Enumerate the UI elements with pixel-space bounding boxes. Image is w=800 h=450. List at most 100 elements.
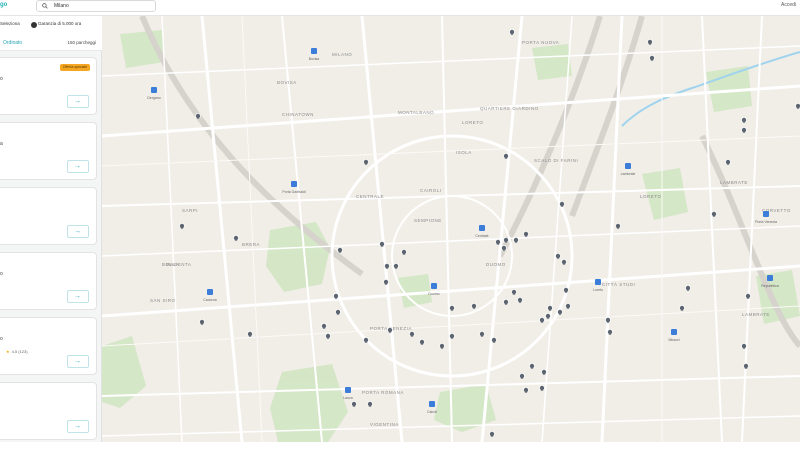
parking-pin-icon[interactable]: [502, 298, 509, 305]
parking-pin-icon[interactable]: [725, 158, 732, 165]
parking-pin-icon[interactable]: [478, 330, 485, 337]
parking-pin-icon[interactable]: [448, 304, 455, 311]
parking-pin-icon[interactable]: [518, 372, 525, 379]
parking-pin-icon[interactable]: [246, 330, 253, 337]
card-open-button[interactable]: →: [67, 290, 89, 303]
parking-pin-icon[interactable]: [494, 238, 501, 245]
parking-pin-icon[interactable]: [522, 386, 529, 393]
map-layer[interactable]: BOVISA MONTALBANO QUARTIERE GIARDINO SCALO …: [102, 16, 800, 442]
parking-pin-icon[interactable]: [741, 117, 748, 124]
parking-pin-icon[interactable]: [540, 368, 547, 375]
parking-pin-icon[interactable]: [554, 252, 561, 259]
parking-pin-icon[interactable]: [508, 28, 515, 35]
parking-pin-icon[interactable]: [400, 248, 407, 255]
location-search-input[interactable]: Milano: [36, 0, 156, 12]
parking-pin-icon[interactable]: [383, 262, 390, 269]
parking-card[interactable]: →: [0, 187, 97, 245]
parking-pin-icon[interactable]: [562, 286, 569, 293]
parking-pin-icon[interactable]: [418, 338, 425, 345]
parking-pin-icon[interactable]: [516, 296, 523, 303]
metro-station-icon[interactable]: Porta Garibaldi: [282, 181, 306, 194]
parking-pin-icon[interactable]: [438, 342, 445, 349]
parking-pin-icon[interactable]: [556, 308, 563, 315]
parking-pin-icon[interactable]: [538, 384, 545, 391]
parking-pin-icon[interactable]: [502, 152, 509, 159]
card-open-button[interactable]: →: [67, 160, 89, 173]
parking-pin-icon[interactable]: [392, 262, 399, 269]
road: [360, 16, 404, 442]
parking-pin-icon[interactable]: [560, 258, 567, 265]
parking-pin-icon[interactable]: [366, 400, 373, 407]
card-open-button[interactable]: →: [67, 420, 89, 433]
card-open-button[interactable]: →: [67, 95, 89, 108]
parking-pin-icon[interactable]: [741, 342, 748, 349]
parking-pin-icon[interactable]: [334, 308, 341, 315]
parking-pin-icon[interactable]: [546, 304, 553, 311]
parking-pin-icon[interactable]: [745, 292, 752, 299]
parking-pin-icon[interactable]: [195, 113, 202, 120]
parking-card[interactable]: o →: [0, 252, 97, 310]
parking-pin-icon[interactable]: [382, 278, 389, 285]
parking-pin-icon[interactable]: [528, 362, 535, 369]
parking-pin-icon[interactable]: [488, 430, 495, 437]
parking-pin-icon[interactable]: [232, 234, 239, 241]
guarantee-filter-chip[interactable]: Garanzia di 5.000 ora: [31, 21, 101, 31]
parking-card[interactable]: Offerta speciale o →: [0, 57, 97, 115]
parking-pin-icon[interactable]: [564, 302, 571, 309]
parking-pin-icon[interactable]: [408, 330, 415, 337]
parking-pin-icon[interactable]: [332, 292, 339, 299]
parking-pin-icon[interactable]: [685, 284, 692, 291]
brand-filter-chip[interactable]: Seleziona: [0, 21, 28, 31]
parking-pin-icon[interactable]: [336, 246, 343, 253]
parking-pin-icon[interactable]: [538, 316, 545, 323]
metro-station-icon[interactable]: Cadorna: [203, 289, 217, 302]
parking-card[interactable]: o 4.5 (123) →: [0, 317, 97, 375]
parking-pin-icon[interactable]: [179, 222, 186, 229]
parking-pin-icon[interactable]: [502, 236, 509, 243]
parking-card[interactable]: →: [0, 382, 97, 440]
sort-toggle[interactable]: Ordinato: [3, 40, 22, 46]
parking-pin-icon[interactable]: [604, 316, 611, 323]
parking-pin-icon[interactable]: [544, 312, 551, 319]
parking-pin-icon[interactable]: [512, 236, 519, 243]
parking-pin-icon[interactable]: [324, 332, 331, 339]
parking-pin-icon[interactable]: [470, 302, 477, 309]
parking-pin-icon[interactable]: [490, 336, 497, 343]
parking-pin-icon[interactable]: [741, 127, 748, 134]
metro-station-icon[interactable]: Dergano: [147, 87, 161, 100]
parking-pin-icon[interactable]: [500, 244, 507, 251]
metro-station-icon[interactable]: Lambrate: [621, 163, 636, 176]
parking-pin-icon[interactable]: [615, 222, 622, 229]
parking-pin-icon[interactable]: [362, 336, 369, 343]
parking-pin-icon[interactable]: [711, 210, 718, 217]
parking-pin-icon[interactable]: [743, 362, 750, 369]
metro-station-icon[interactable]: Cairoli: [427, 401, 437, 414]
station-label: Missori: [668, 338, 679, 342]
parking-pin-icon[interactable]: [795, 103, 800, 109]
parking-pin-icon[interactable]: [558, 200, 565, 207]
park-west: [102, 336, 146, 408]
card-open-button[interactable]: →: [67, 355, 89, 368]
parking-pin-icon[interactable]: [606, 328, 613, 335]
metro-station-icon[interactable]: Missori: [668, 329, 680, 342]
metro-station-icon[interactable]: Centrale: [475, 225, 489, 238]
arrow-right-icon: →: [74, 98, 81, 105]
account-link[interactable]: Accedi: [781, 2, 796, 8]
parking-pin-icon[interactable]: [320, 322, 327, 329]
parking-pin-icon[interactable]: [679, 304, 686, 311]
card-open-button[interactable]: →: [67, 225, 89, 238]
metro-station-icon[interactable]: Bovisa: [309, 48, 320, 61]
app-logo[interactable]: go: [0, 2, 7, 8]
parking-card[interactable]: a →: [0, 122, 97, 180]
parking-pin-icon[interactable]: [199, 318, 206, 325]
parking-pin-icon[interactable]: [647, 38, 654, 45]
parking-pin-icon[interactable]: [649, 55, 656, 62]
parking-pin-icon[interactable]: [510, 288, 517, 295]
parking-pin-icon[interactable]: [448, 332, 455, 339]
map-canvas[interactable]: BOVISA MONTALBANO QUARTIERE GIARDINO SCALO …: [102, 16, 800, 442]
parking-pin-icon[interactable]: [386, 326, 393, 333]
parking-pin-icon[interactable]: [350, 400, 357, 407]
parking-pin-icon[interactable]: [378, 240, 385, 247]
parking-pin-icon[interactable]: [362, 158, 369, 165]
parking-pin-icon[interactable]: [522, 230, 529, 237]
